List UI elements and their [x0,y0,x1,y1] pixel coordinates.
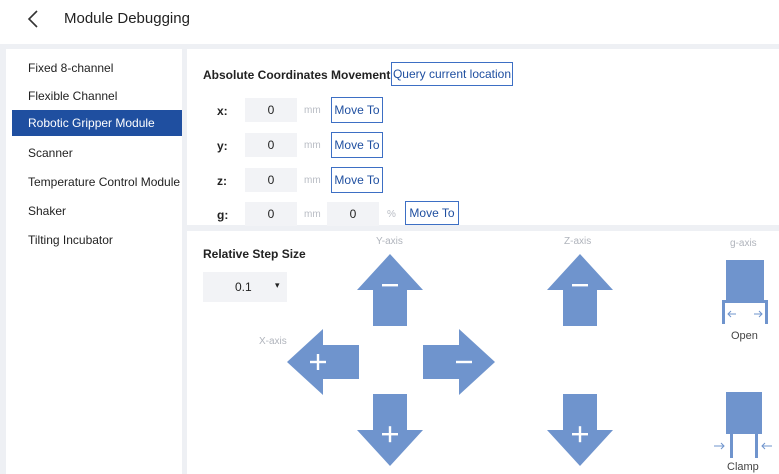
g-axis-label: g-axis [730,238,757,249]
x-label: x: [217,104,228,118]
x-plus-arrow-button[interactable] [285,327,361,397]
step-size-select[interactable]: 0.1 ▾ [203,272,287,302]
caret-down-icon: ▾ [275,280,280,290]
z-move-to-button[interactable]: Move To [331,167,383,193]
sidebar-item-fixed-8-channel[interactable]: Fixed 8-channel [12,55,182,81]
z-plus-arrow-button[interactable] [545,392,615,468]
z-unit: mm [304,175,321,186]
y-axis-label: Y-axis [376,236,403,247]
sidebar-item-robotic-gripper-module[interactable]: Robotic Gripper Module [12,110,182,136]
sidebar-item-tilting-incubator[interactable]: Tilting Incubator [12,227,182,253]
x-value-input[interactable] [245,98,297,122]
absolute-coordinates-title: Absolute Coordinates Movement [203,68,391,82]
g-percent-input[interactable] [327,202,379,226]
y-value-input[interactable] [245,133,297,157]
sidebar-item-flexible-channel[interactable]: Flexible Channel [12,83,182,109]
sidebar: Fixed 8-channel Flexible Channel Robotic… [6,49,182,474]
sidebar-item-temperature-control-module[interactable]: Temperature Control Module [12,169,182,195]
g-move-to-button[interactable]: Move To [405,201,459,225]
z-label: z: [217,174,227,188]
x-axis-label: X-axis [259,336,287,347]
y-move-to-button[interactable]: Move To [331,132,383,158]
g-value-input[interactable] [245,202,297,226]
gripper-clamp-label: Clamp [727,461,759,473]
y-plus-arrow-button[interactable] [355,392,425,468]
x-move-to-button[interactable]: Move To [331,97,383,123]
query-current-location-button[interactable]: Query current location [391,62,513,86]
z-minus-arrow-button[interactable] [545,252,615,328]
sidebar-item-shaker[interactable]: Shaker [12,198,182,224]
g-unit: mm [304,209,321,220]
gripper-open-label: Open [731,330,758,342]
header: Module Debugging [0,0,779,40]
step-size-value: 0.1 [235,280,252,294]
y-label: y: [217,139,228,153]
x-minus-arrow-button[interactable] [421,327,497,397]
chevron-left-icon[interactable] [24,8,44,30]
y-minus-arrow-button[interactable] [355,252,425,328]
y-unit: mm [304,140,321,151]
gripper-clamp-button[interactable] [712,390,774,465]
relative-step-title: Relative Step Size [203,247,306,261]
g-percent-unit: % [387,209,396,220]
z-axis-label: Z-axis [564,236,592,247]
page-title: Module Debugging [64,10,190,27]
x-unit: mm [304,105,321,116]
z-value-input[interactable] [245,168,297,192]
g-label: g: [217,208,229,222]
gripper-open-button[interactable] [716,258,774,331]
sidebar-item-scanner[interactable]: Scanner [12,140,182,166]
